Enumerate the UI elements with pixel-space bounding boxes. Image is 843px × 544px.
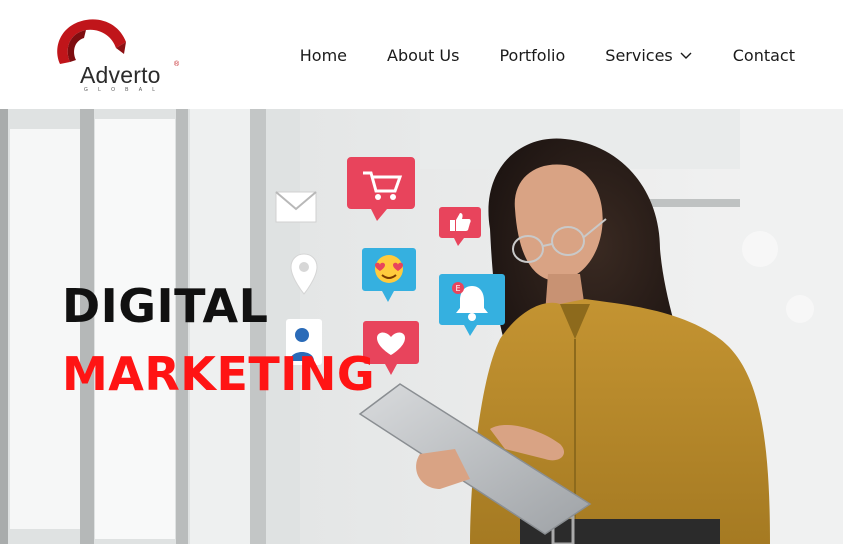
registered-mark: ® bbox=[174, 61, 180, 68]
hero-title-line2: MARKETING bbox=[62, 347, 376, 401]
site-header: Adverto ® GLOBAL Home About Us Portfolio… bbox=[0, 0, 843, 109]
envelope-icon bbox=[275, 191, 317, 223]
hero-title-line1: DIGITAL bbox=[62, 279, 269, 333]
brand-logo[interactable]: Adverto ® GLOBAL bbox=[50, 16, 190, 96]
nav-portfolio[interactable]: Portfolio bbox=[499, 46, 565, 65]
nav-home-label: Home bbox=[299, 45, 348, 65]
notification-bell-icon: E bbox=[439, 274, 505, 336]
location-pin-icon bbox=[290, 253, 318, 295]
nav-contact[interactable]: Contact bbox=[733, 46, 795, 65]
like-icon bbox=[439, 207, 481, 246]
brand-tagline: GLOBAL bbox=[84, 87, 166, 93]
shopping-cart-icon bbox=[347, 157, 415, 221]
nav-home[interactable]: Home bbox=[300, 46, 347, 65]
nav-services[interactable]: Services bbox=[605, 46, 692, 65]
nav-about-label: About Us bbox=[387, 45, 460, 65]
nav-portfolio-label: Portfolio bbox=[499, 45, 566, 65]
nav-services-label: Services bbox=[605, 45, 673, 65]
chevron-down-icon bbox=[680, 52, 692, 59]
nav-contact-label: Contact bbox=[732, 45, 795, 65]
hero-banner: E DIGITAL MARKETING bbox=[0, 109, 843, 544]
heart-eyes-emoji-icon bbox=[362, 248, 416, 302]
notification-badge: E bbox=[455, 284, 460, 293]
main-nav: Home About Us Portfolio Services Contact bbox=[300, 44, 795, 66]
brand-name: Adverto bbox=[80, 62, 161, 88]
nav-about-us[interactable]: About Us bbox=[387, 46, 459, 65]
